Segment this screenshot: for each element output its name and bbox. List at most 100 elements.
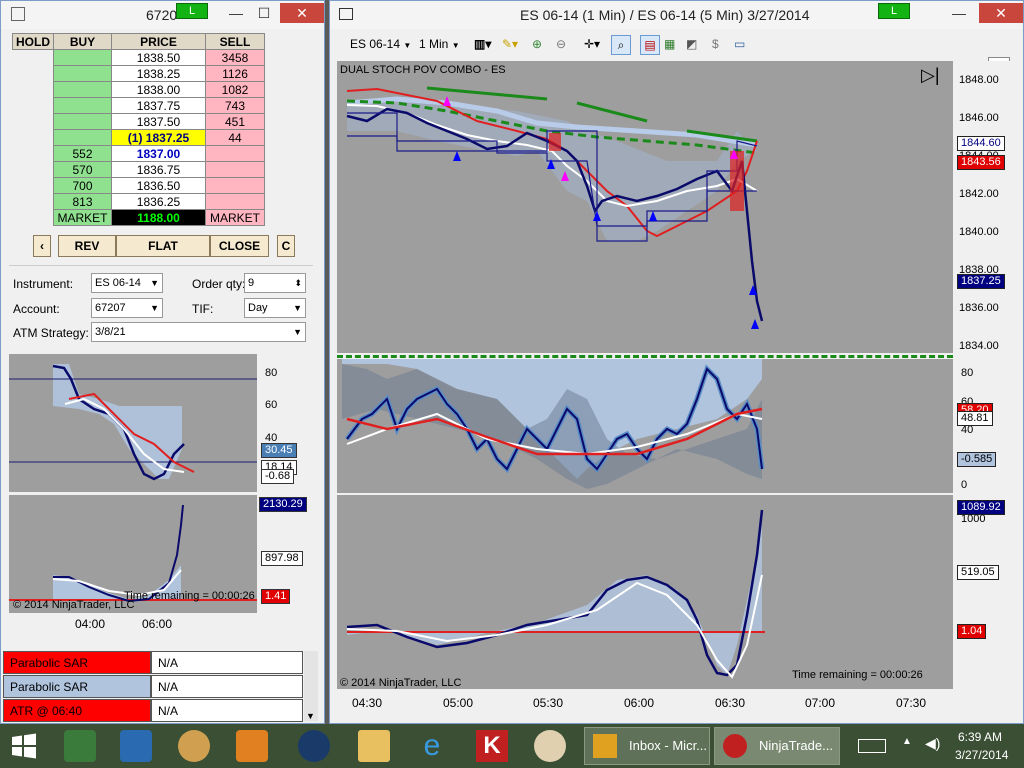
buy-cell[interactable]: 552 [53, 145, 112, 162]
stoch-label: 0 [961, 479, 968, 491]
left-arrow-button[interactable]: ‹ [33, 235, 51, 257]
chevron-down-icon: ▼ [150, 278, 159, 288]
zoom-in-icon[interactable]: ⊕ [532, 35, 542, 55]
price-ladder: HOLD BUY PRICE SELL 1838.50 3458 1838.25 1… [12, 33, 265, 226]
scroll-down-icon[interactable]: ▼ [306, 711, 315, 721]
sell-cell[interactable]: 451 [205, 113, 265, 130]
account-select[interactable]: 67207 ▼ [91, 298, 163, 318]
green-arrow-line [426, 86, 548, 101]
media-player-icon[interactable] [236, 730, 268, 762]
control-panel-icon[interactable] [120, 730, 152, 762]
x-label: 06:00 [624, 696, 655, 710]
tif-select[interactable]: Day ▼ [244, 298, 306, 318]
bar-type-icon[interactable]: ▥▾ [474, 35, 491, 55]
flat-button[interactable]: FLAT [116, 235, 210, 257]
minimize-button[interactable]: — [221, 3, 251, 23]
atm-strategy-select[interactable]: 3/8/21 ▼ [91, 322, 306, 342]
close-button[interactable]: ✕ [280, 3, 324, 23]
sell-cell[interactable] [205, 193, 265, 210]
buy-cell[interactable]: 813 [53, 193, 112, 210]
pencil-icon[interactable]: ✎▾ [502, 35, 518, 55]
price-cell: 1838.25 [111, 65, 206, 82]
momentum-plot[interactable]: Time remaining = 00:00:26 © 2014 NinjaTr… [337, 495, 953, 689]
clock-date[interactable]: 3/27/2014 [955, 748, 1008, 762]
time-remaining: Time remaining = 00:00:26 [124, 590, 255, 602]
buy-cell[interactable] [53, 81, 112, 98]
buy-cell[interactable] [53, 129, 112, 146]
keyboard-icon[interactable] [858, 739, 886, 753]
speaker-icon[interactable]: ◀) [925, 735, 940, 752]
maximize-button[interactable]: ☐ [249, 3, 279, 23]
chart-icon[interactable] [339, 8, 353, 20]
price-cell: 1836.75 [111, 161, 206, 178]
instrument-text: ES 06-14 [350, 37, 401, 51]
instrument-selector[interactable]: ES 06-14 ▼ [350, 35, 411, 55]
sell-cell[interactable]: 743 [205, 97, 265, 114]
account-label: Account: [13, 302, 60, 316]
grid-icon[interactable] [11, 7, 25, 21]
mini-volume-plot[interactable]: Time remaining = 00:00:26 © 2014 NinjaTr… [9, 495, 257, 613]
buy-cell[interactable]: 570 [53, 161, 112, 178]
momentum-label: 1000 [961, 513, 986, 525]
chart-style-icon[interactable]: ◩ [686, 35, 697, 55]
dollar-icon[interactable]: $ [712, 35, 719, 55]
buy-cell[interactable] [53, 49, 112, 66]
divider [9, 265, 313, 266]
buy-cell[interactable] [53, 113, 112, 130]
buy-cell[interactable] [53, 65, 112, 82]
skip-end-icon[interactable]: ▷| [921, 65, 940, 86]
clock-time[interactable]: 6:39 AM [958, 730, 1002, 744]
close-position-button[interactable]: CLOSE [210, 235, 269, 257]
compass-app-icon[interactable] [534, 730, 566, 762]
interval-text: 1 Min [419, 37, 449, 51]
minimize-button[interactable]: — [944, 3, 974, 23]
task-ninjatrader[interactable]: NinjaTrade... [714, 727, 840, 765]
price-label: 1842.00 [959, 188, 999, 200]
magnifier-icon[interactable]: ⌕ [611, 35, 631, 55]
order-qty-stepper[interactable]: 9 ⬍ [244, 273, 306, 293]
kaspersky-icon[interactable]: K [476, 730, 508, 762]
zoom-out-icon[interactable]: ⊖ [556, 35, 566, 55]
internet-explorer-icon[interactable]: e [416, 730, 448, 762]
instrument-select[interactable]: ES 06-14 ▼ [91, 273, 163, 293]
interval-selector[interactable]: 1 Min ▼ [419, 35, 460, 55]
copyright: © 2014 NinjaTrader, LLC [13, 599, 135, 611]
sell-cell[interactable] [205, 161, 265, 178]
sell-market-button[interactable]: MARKET [205, 209, 265, 226]
sell-cell[interactable]: 1126 [205, 65, 265, 82]
properties-icon[interactable]: ▭ [734, 35, 745, 55]
sell-cell[interactable]: 1082 [205, 81, 265, 98]
price-plot[interactable]: DUAL STOCH POV COMBO - ES ▷| [337, 61, 953, 353]
mini-stoch-svg [9, 364, 257, 481]
sell-cell[interactable]: 44 [205, 129, 265, 146]
user-app-icon[interactable] [64, 730, 96, 762]
mini-stoch-plot[interactable] [9, 354, 257, 492]
task-outlook[interactable]: Inbox - Micr... [584, 727, 710, 765]
price-svg [346, 86, 764, 329]
play-circle-icon[interactable] [298, 730, 330, 762]
file-explorer-icon[interactable] [358, 730, 390, 762]
rev-button[interactable]: REV [58, 235, 116, 257]
indicator-scrollbar[interactable]: ▼ [304, 651, 318, 721]
mini-volume-axis: 2130.29 897.98 1.41 [257, 495, 319, 613]
indicators-icon[interactable]: ▤ [640, 35, 660, 55]
momentum-axis: 1089.92 1000 519.05 1.04 [953, 495, 1023, 689]
buy-cell[interactable]: 700 [53, 177, 112, 194]
tif-value: Day [248, 302, 268, 314]
start-windows-icon[interactable] [8, 730, 40, 762]
close-button[interactable]: ✕ [979, 3, 1023, 23]
buy-cell[interactable] [53, 97, 112, 114]
stepper-icon[interactable]: ⬍ [294, 274, 302, 292]
paint-icon[interactable] [178, 730, 210, 762]
strategies-icon[interactable]: ▦ [664, 35, 675, 55]
sell-cell[interactable] [205, 145, 265, 162]
tray-arrow-icon[interactable]: ▲ [902, 736, 912, 747]
crosshair-icon[interactable]: ✛▾ [584, 35, 600, 55]
sell-cell[interactable] [205, 177, 265, 194]
c-button[interactable]: C [277, 235, 295, 257]
sell-cell[interactable]: 3458 [205, 49, 265, 66]
buy-market-button[interactable]: MARKET [53, 209, 112, 226]
momentum-line [346, 509, 764, 677]
stoch-plot[interactable] [337, 359, 953, 493]
price-tag: 1843.56 [957, 155, 1005, 170]
